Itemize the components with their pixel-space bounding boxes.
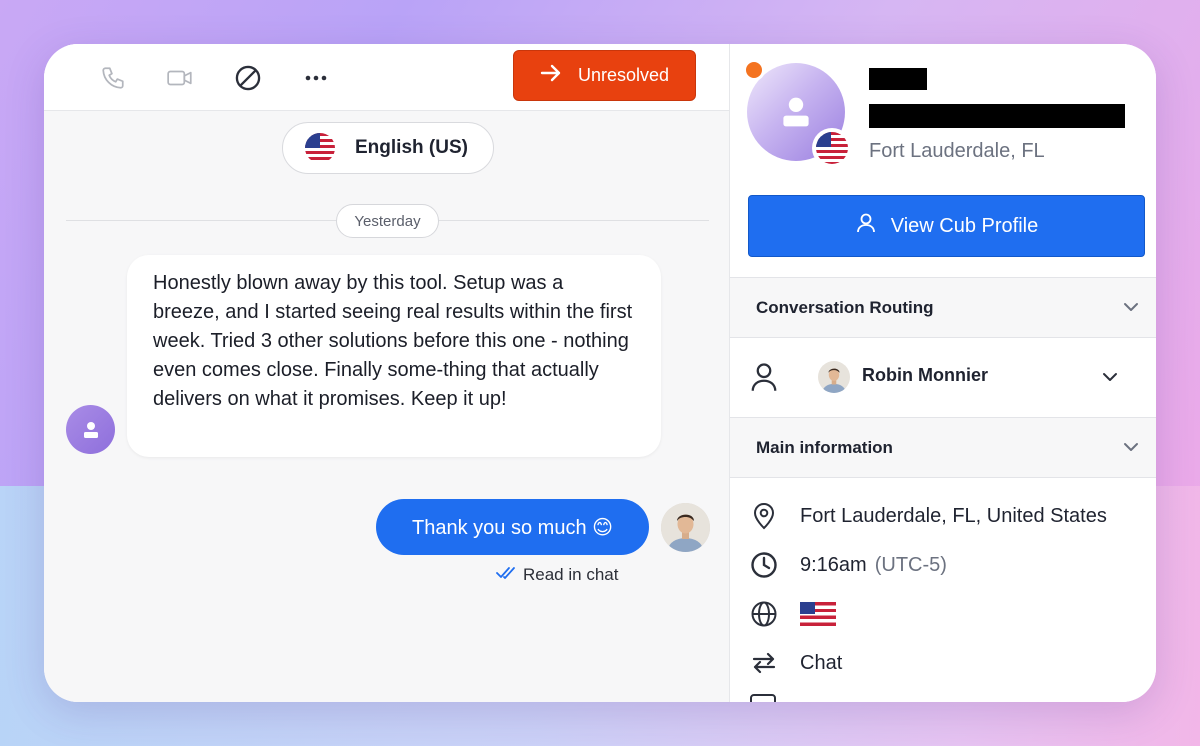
country-flag-badge bbox=[812, 128, 852, 168]
chevron-down-icon bbox=[1122, 438, 1140, 461]
main-info-section-header[interactable]: Main information bbox=[730, 417, 1156, 477]
us-flag-icon bbox=[800, 602, 836, 626]
redacted-email bbox=[869, 104, 1125, 128]
read-status-label: Read in chat bbox=[523, 565, 619, 584]
agent-avatar bbox=[661, 503, 710, 552]
redacted-name bbox=[869, 68, 927, 90]
phone-icon[interactable] bbox=[97, 62, 129, 94]
us-flag-icon bbox=[305, 133, 335, 163]
view-profile-button[interactable]: View Cub Profile bbox=[748, 195, 1145, 257]
arrow-right-icon bbox=[540, 64, 562, 87]
chat-toolbar: Unresolved bbox=[44, 44, 729, 111]
routing-header-label: Conversation Routing bbox=[756, 297, 934, 317]
section-divider bbox=[730, 477, 1156, 478]
language-label: English (US) bbox=[355, 137, 468, 158]
video-icon[interactable] bbox=[164, 62, 196, 94]
clock-icon bbox=[748, 549, 780, 581]
local-time-row: 9:16am (UTC-5) bbox=[748, 549, 947, 581]
language-selector[interactable]: English (US) bbox=[282, 122, 494, 174]
chat-pane: Unresolved English (US) Yesterday Honest… bbox=[44, 44, 730, 702]
conversation-window: Unresolved English (US) Yesterday Honest… bbox=[44, 44, 1156, 702]
main-info-header-label: Main information bbox=[756, 437, 893, 457]
contact-sidebar: Fort Lauderdale, FL View Cub Profile Con… bbox=[730, 44, 1156, 702]
routing-section-header[interactable]: Conversation Routing bbox=[730, 277, 1156, 337]
location-row: Fort Lauderdale, FL, United States bbox=[748, 500, 1107, 532]
online-status-dot bbox=[743, 59, 765, 81]
assignee-avatar bbox=[818, 361, 850, 393]
channel-row: Chat bbox=[748, 647, 842, 679]
contact-location: Fort Lauderdale, FL bbox=[869, 140, 1045, 162]
switch-arrows-icon bbox=[748, 647, 780, 679]
assignee-name: Robin Monnier bbox=[862, 365, 988, 385]
visitor-avatar bbox=[66, 405, 115, 454]
person-icon bbox=[750, 362, 778, 397]
us-flag-icon bbox=[816, 132, 848, 164]
map-pin-icon bbox=[748, 500, 780, 532]
day-separator: Yesterday bbox=[336, 204, 439, 238]
assignee-selector[interactable]: Robin Monnier bbox=[730, 337, 1156, 417]
partial-row-icon bbox=[750, 694, 776, 702]
read-receipt: Read in chat bbox=[496, 565, 618, 585]
user-icon bbox=[855, 212, 877, 240]
chevron-down-icon bbox=[1101, 368, 1119, 391]
view-profile-label: View Cub Profile bbox=[890, 214, 1039, 237]
channel-label: Chat bbox=[800, 651, 843, 674]
globe-icon bbox=[748, 598, 780, 630]
unresolved-button[interactable]: Unresolved bbox=[513, 50, 696, 101]
unresolved-label: Unresolved bbox=[577, 65, 670, 85]
double-check-icon bbox=[496, 565, 518, 585]
block-icon[interactable] bbox=[232, 62, 264, 94]
local-time: 9:16am bbox=[800, 553, 867, 576]
full-location: Fort Lauderdale, FL, United States bbox=[800, 504, 1107, 527]
outgoing-message: Thank you so much 😊 bbox=[376, 499, 649, 555]
country-row bbox=[748, 598, 836, 630]
incoming-message: Honestly blown away by this tool. Setup … bbox=[127, 255, 661, 457]
chevron-down-icon bbox=[1122, 298, 1140, 321]
more-icon[interactable] bbox=[300, 62, 332, 94]
timezone: (UTC-5) bbox=[874, 553, 947, 576]
